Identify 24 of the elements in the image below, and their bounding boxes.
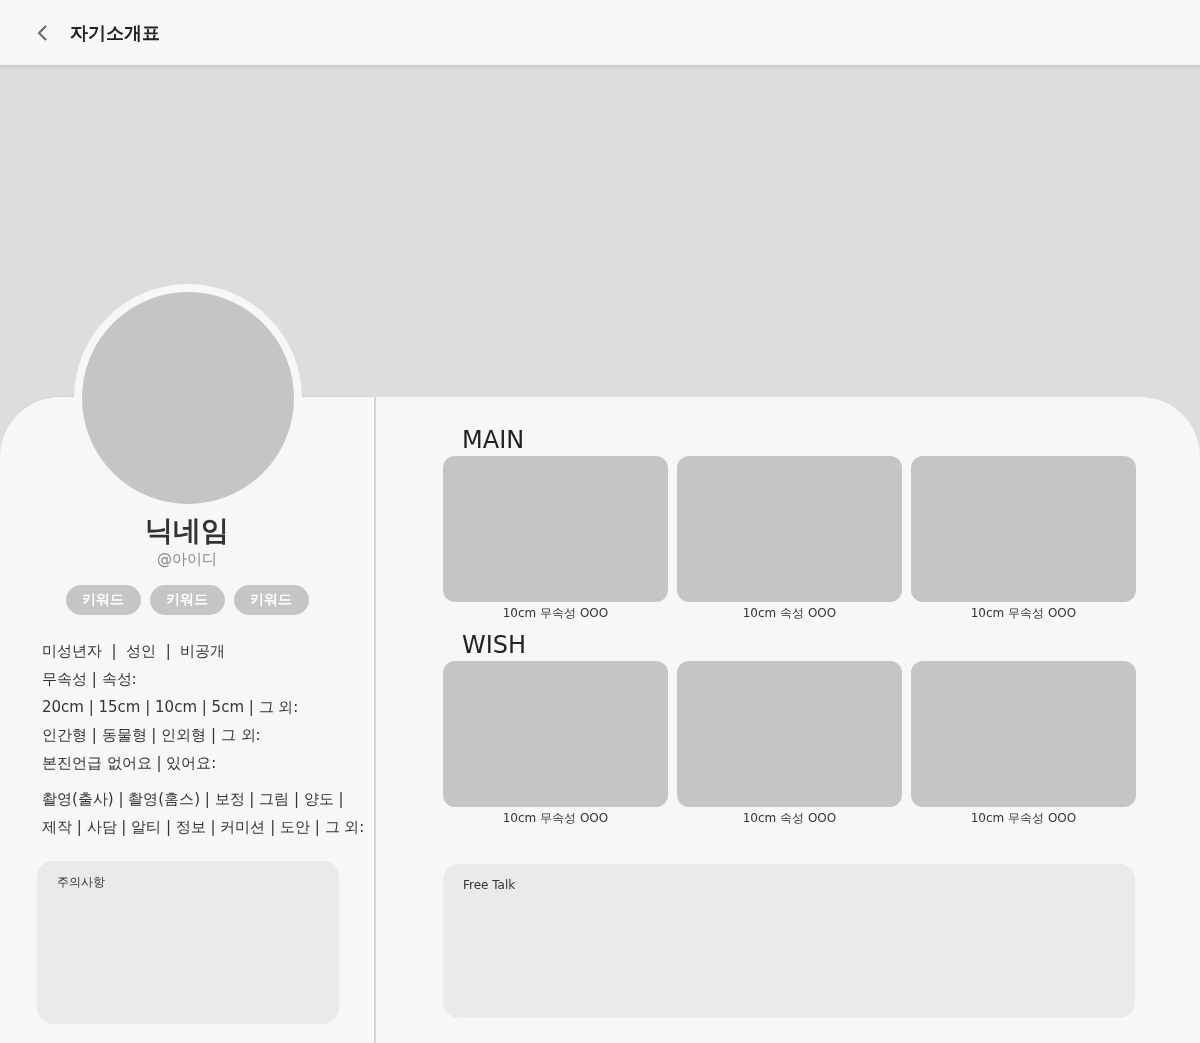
user-id: @아이디 [157,549,217,569]
option-line: 제작 | 사담 | 알티 | 정보 | 커미션 | 도안 | 그 외: [42,817,366,838]
section-title: MAIN [461,427,526,453]
item-caption: 10cm 무속성 OOO [970,810,1077,826]
nickname: 닉네임 [145,513,229,549]
option-line: 촬영(출사) | 촬영(홈스) | 보정 | 그림 | 양도 | [42,789,345,810]
page-title: 자기소개표 [70,20,160,45]
keyword-tag: 키워드 [233,585,309,615]
item-caption: 10cm 무속성 OOO [970,605,1077,621]
item-caption: 10cm 무속성 OOO [502,605,609,621]
back-icon[interactable] [36,23,48,42]
option-line: 20cm | 15cm | 10cm | 5cm | 그 외: [42,697,300,718]
keyword-tag: 키워드 [65,585,141,615]
option-line: 미성년자 | 성인 | 비공개 [42,641,227,662]
item-caption: 10cm 무속성 OOO [502,810,609,826]
section-title: WISH [461,632,528,658]
item-caption: 10cm 속성 OOO [742,810,837,826]
caution-label: 주의사항 [57,875,105,889]
option-line: 인간형 | 동물형 | 인외형 | 그 외: [42,725,262,746]
option-line: 본진언급 없어요 | 있어요: [42,753,218,774]
option-line: 무속성 | 속성: [42,669,138,690]
item-caption: 10cm 속성 OOO [742,605,837,621]
keyword-tag: 키워드 [149,585,225,615]
free-talk-label: Free Talk [463,878,516,892]
